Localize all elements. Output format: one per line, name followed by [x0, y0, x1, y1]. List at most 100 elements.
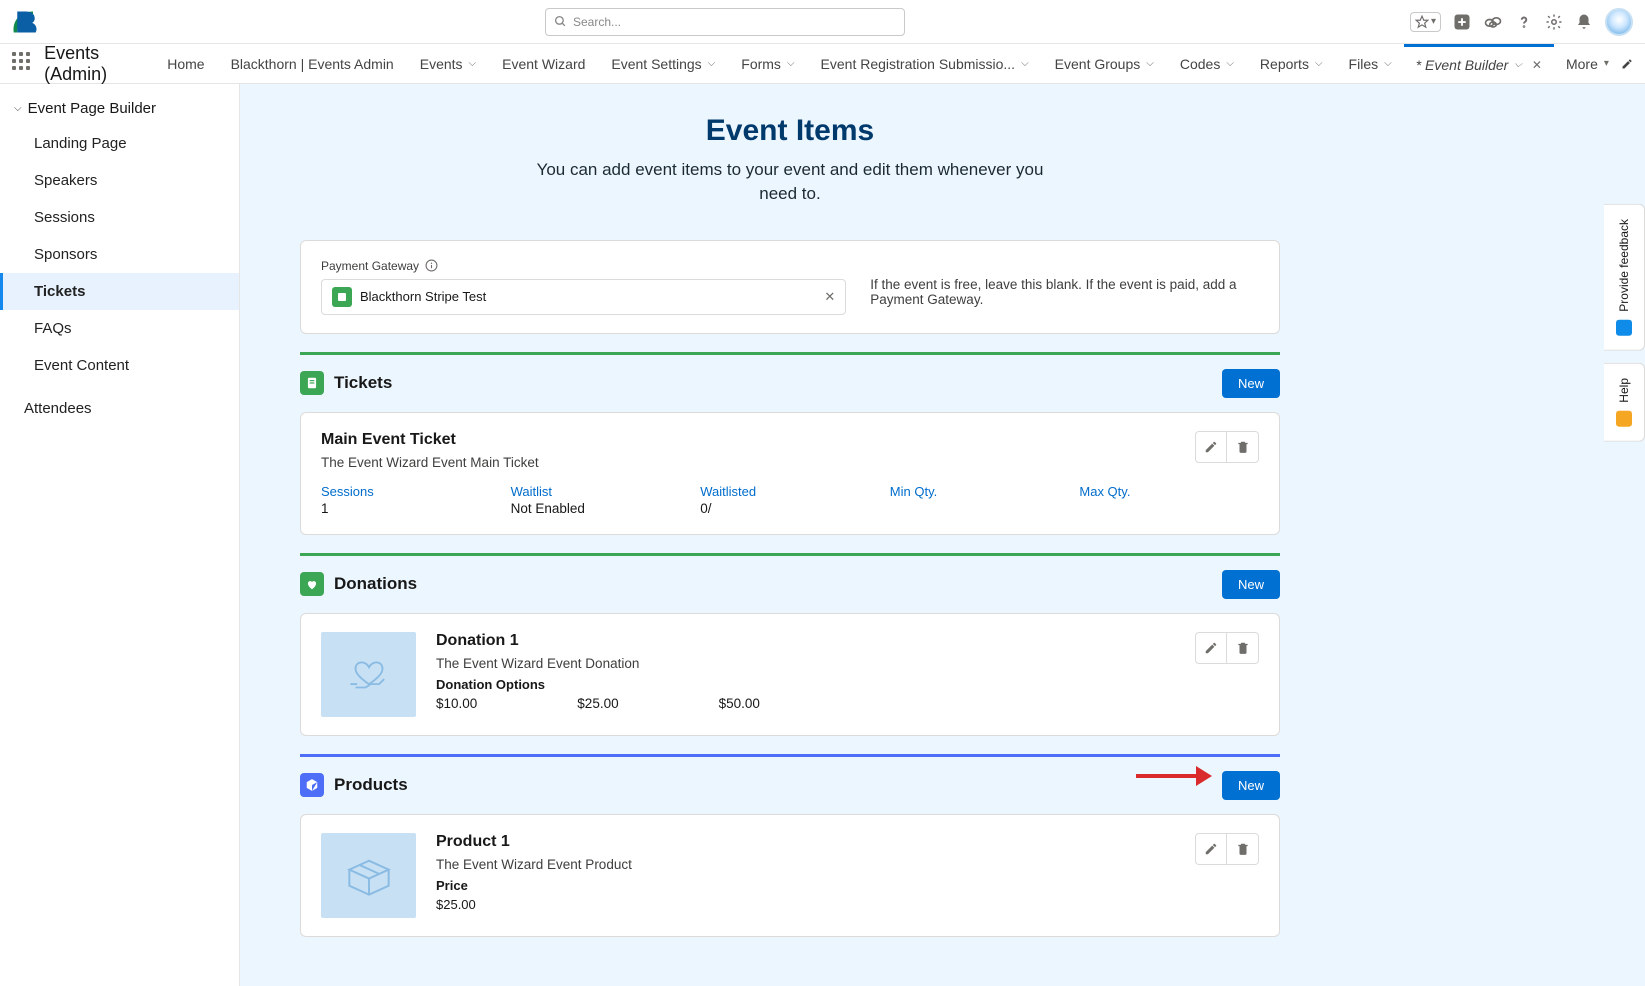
gateway-record-icon	[332, 287, 352, 307]
ticket-item-card: Main Event Ticket The Event Wizard Event…	[300, 412, 1280, 535]
product-name: Product 1	[436, 833, 1175, 851]
nav-tab[interactable]: Reports⌵	[1248, 46, 1335, 82]
payment-gateway-hint: If the event is free, leave this blank. …	[870, 259, 1259, 307]
section-donations: Donations New	[300, 553, 1280, 599]
help-tab[interactable]: Help	[1604, 363, 1645, 442]
delete-donation-button[interactable]	[1227, 632, 1259, 664]
chevron-down-icon[interactable]: ⌵	[1514, 59, 1522, 70]
section-tickets: Tickets New	[300, 352, 1280, 398]
chevron-down-icon[interactable]: ⌵	[469, 58, 477, 69]
sidebar-item[interactable]: Sessions	[0, 199, 239, 236]
sidebar-item[interactable]: Landing Page	[0, 125, 239, 162]
sidebar-item[interactable]: FAQs	[0, 310, 239, 347]
donation-option-value: $25.00	[577, 696, 618, 711]
provide-feedback-tab[interactable]: Provide feedback	[1604, 204, 1645, 351]
nav-tab[interactable]: Files⌵	[1337, 46, 1404, 82]
product-price: $25.00	[436, 897, 1175, 912]
donation-options-label: Donation Options	[436, 677, 1175, 692]
main-content: Event Items You can add event items to y…	[240, 84, 1645, 986]
delete-product-button[interactable]	[1227, 833, 1259, 865]
donation-name: Donation 1	[436, 632, 1175, 650]
ticket-col-label: Min Qty.	[890, 484, 1070, 499]
product-item-card: Product 1 The Event Wizard Event Product…	[300, 814, 1280, 937]
product-desc: The Event Wizard Event Product	[436, 857, 1175, 872]
donation-desc: The Event Wizard Event Donation	[436, 656, 1175, 671]
chevron-down-icon[interactable]: ⌵	[787, 58, 795, 69]
chevron-down-icon: ⌵	[14, 103, 22, 114]
info-icon[interactable]	[425, 259, 438, 272]
tab-event-builder[interactable]: * Event Builder ⌵ ✕	[1404, 44, 1554, 83]
sidebar-item[interactable]: Tickets	[0, 273, 239, 310]
sidebar-group-page-builder[interactable]: ⌵ Event Page Builder	[0, 92, 239, 125]
help-rail-icon	[1616, 410, 1632, 426]
ticket-col-label: Sessions	[321, 484, 501, 499]
new-ticket-button[interactable]: New	[1222, 369, 1280, 398]
nav-tab[interactable]: Event Wizard	[490, 46, 597, 82]
nav-tab[interactable]: Event Groups⌵	[1043, 46, 1166, 82]
payment-gateway-label: Payment Gateway	[321, 259, 846, 273]
close-tab-icon[interactable]: ✕	[1532, 58, 1542, 72]
page-title: Event Items	[300, 114, 1280, 148]
ticket-col-value: Not Enabled	[511, 501, 691, 516]
donations-section-icon	[300, 572, 324, 596]
sidebar-item-attendees[interactable]: Attendees	[0, 390, 239, 427]
nav-tab[interactable]: Event Settings⌵	[599, 46, 727, 82]
chevron-down-icon[interactable]: ⌵	[1146, 58, 1154, 69]
tab-more[interactable]: More▾	[1554, 46, 1621, 82]
clear-icon[interactable]: ✕	[824, 289, 835, 305]
delete-ticket-button[interactable]	[1227, 431, 1259, 463]
new-product-button[interactable]: New	[1222, 771, 1280, 800]
section-products: Products New	[300, 754, 1280, 800]
edit-donation-button[interactable]	[1195, 632, 1227, 664]
nav-tab[interactable]: Home	[155, 46, 216, 82]
nav-tab[interactable]: Codes⌵	[1168, 46, 1246, 82]
help-icon[interactable]	[1515, 13, 1533, 31]
user-avatar[interactable]	[1605, 8, 1633, 36]
nav-tab[interactable]: Event Registration Submissio...⌵	[809, 46, 1041, 82]
chevron-down-icon[interactable]: ⌵	[1315, 58, 1323, 69]
products-section-icon	[300, 773, 324, 797]
chevron-down-icon[interactable]: ⌵	[708, 58, 716, 69]
setup-gear-icon[interactable]	[1545, 13, 1563, 31]
add-icon[interactable]	[1453, 13, 1471, 31]
edit-nav-icon[interactable]	[1621, 56, 1633, 72]
notifications-icon[interactable]	[1575, 13, 1593, 31]
sidebar: ⌵ Event Page Builder Landing PageSpeaker…	[0, 84, 240, 986]
search-placeholder: Search...	[573, 15, 621, 29]
global-header: Search... ▾	[0, 0, 1645, 44]
donation-option-value: $10.00	[436, 696, 477, 711]
ticket-desc: The Event Wizard Event Main Ticket	[321, 455, 1195, 470]
salesforce-icon[interactable]	[1483, 12, 1503, 32]
payment-gateway-input[interactable]: Blackthorn Stripe Test ✕	[321, 279, 846, 315]
new-donation-button[interactable]: New	[1222, 570, 1280, 599]
nav-tab[interactable]: Events⌵	[408, 46, 488, 82]
sidebar-item[interactable]: Sponsors	[0, 236, 239, 273]
chevron-down-icon[interactable]: ⌵	[1384, 58, 1392, 69]
donation-item-card: Donation 1 The Event Wizard Event Donati…	[300, 613, 1280, 736]
chevron-down-icon[interactable]: ⌵	[1226, 58, 1234, 69]
page-subtitle: You can add event items to your event an…	[530, 158, 1050, 206]
favorites-button[interactable]: ▾	[1410, 12, 1441, 32]
feedback-rail: Provide feedback Help	[1604, 204, 1645, 441]
nav-tab[interactable]: Forms⌵	[729, 46, 806, 82]
sidebar-item[interactable]: Speakers	[0, 162, 239, 199]
chevron-down-icon[interactable]: ⌵	[1021, 58, 1029, 69]
app-logo	[12, 8, 40, 36]
edit-ticket-button[interactable]	[1195, 431, 1227, 463]
payment-gateway-value: Blackthorn Stripe Test	[360, 289, 486, 304]
donation-thumbnail	[321, 632, 416, 717]
ticket-col-value: 1	[321, 501, 501, 516]
ticket-name: Main Event Ticket	[321, 431, 1195, 449]
payment-gateway-card: Payment Gateway Blackthorn Stripe Test ✕…	[300, 240, 1280, 334]
tickets-section-icon	[300, 371, 324, 395]
edit-product-button[interactable]	[1195, 833, 1227, 865]
product-price-label: Price	[436, 878, 1175, 893]
app-name: Events (Admin)	[44, 43, 137, 85]
ticket-col-label: Waitlist	[511, 484, 691, 499]
feedback-icon	[1616, 320, 1632, 336]
app-launcher-icon[interactable]	[12, 52, 30, 76]
nav-tab[interactable]: Blackthorn | Events Admin	[219, 46, 406, 82]
global-search[interactable]: Search...	[545, 8, 905, 36]
app-nav-bar: Events (Admin) HomeBlackthorn | Events A…	[0, 44, 1645, 84]
sidebar-item[interactable]: Event Content	[0, 347, 239, 384]
